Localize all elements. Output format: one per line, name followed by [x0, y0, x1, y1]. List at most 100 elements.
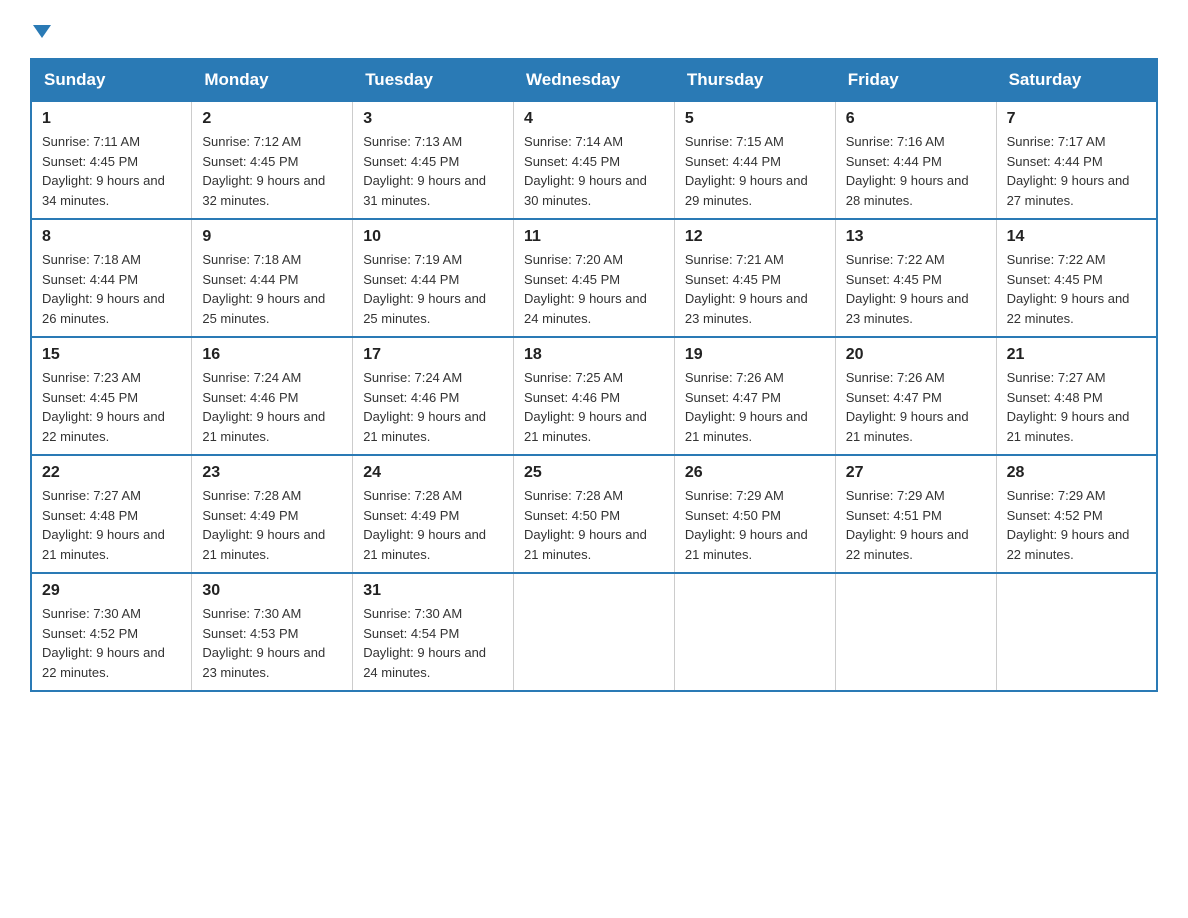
day-info: Sunrise: 7:27 AM Sunset: 4:48 PM Dayligh…: [1007, 368, 1146, 446]
daylight-text: Daylight: 9 hours and 26 minutes.: [42, 291, 165, 326]
day-info: Sunrise: 7:30 AM Sunset: 4:53 PM Dayligh…: [202, 604, 342, 682]
day-number: 24: [363, 464, 503, 482]
day-number: 14: [1007, 228, 1146, 246]
sunset-text: Sunset: 4:52 PM: [42, 626, 138, 641]
day-info: Sunrise: 7:27 AM Sunset: 4:48 PM Dayligh…: [42, 486, 181, 564]
sunrise-text: Sunrise: 7:30 AM: [42, 606, 141, 621]
page-header: [30, 20, 1158, 38]
sunrise-text: Sunrise: 7:21 AM: [685, 252, 784, 267]
day-info: Sunrise: 7:25 AM Sunset: 4:46 PM Dayligh…: [524, 368, 664, 446]
sunset-text: Sunset: 4:50 PM: [685, 508, 781, 523]
weekday-header-tuesday: Tuesday: [353, 59, 514, 101]
sunrise-text: Sunrise: 7:17 AM: [1007, 134, 1106, 149]
sunrise-text: Sunrise: 7:25 AM: [524, 370, 623, 385]
day-info: Sunrise: 7:30 AM Sunset: 4:54 PM Dayligh…: [363, 604, 503, 682]
daylight-text: Daylight: 9 hours and 22 minutes.: [42, 645, 165, 680]
daylight-text: Daylight: 9 hours and 29 minutes.: [685, 173, 808, 208]
daylight-text: Daylight: 9 hours and 30 minutes.: [524, 173, 647, 208]
sunrise-text: Sunrise: 7:29 AM: [1007, 488, 1106, 503]
sunset-text: Sunset: 4:45 PM: [524, 154, 620, 169]
day-number: 20: [846, 346, 986, 364]
day-info: Sunrise: 7:11 AM Sunset: 4:45 PM Dayligh…: [42, 132, 181, 210]
calendar-day-cell: 10 Sunrise: 7:19 AM Sunset: 4:44 PM Dayl…: [353, 219, 514, 337]
calendar-day-cell: 7 Sunrise: 7:17 AM Sunset: 4:44 PM Dayli…: [996, 101, 1157, 219]
sunrise-text: Sunrise: 7:26 AM: [846, 370, 945, 385]
day-info: Sunrise: 7:12 AM Sunset: 4:45 PM Dayligh…: [202, 132, 342, 210]
sunset-text: Sunset: 4:45 PM: [846, 272, 942, 287]
daylight-text: Daylight: 9 hours and 21 minutes.: [202, 409, 325, 444]
sunset-text: Sunset: 4:44 PM: [202, 272, 298, 287]
sunrise-text: Sunrise: 7:15 AM: [685, 134, 784, 149]
sunset-text: Sunset: 4:45 PM: [685, 272, 781, 287]
calendar-week-row: 8 Sunrise: 7:18 AM Sunset: 4:44 PM Dayli…: [31, 219, 1157, 337]
day-number: 8: [42, 228, 181, 246]
calendar-day-cell: 1 Sunrise: 7:11 AM Sunset: 4:45 PM Dayli…: [31, 101, 192, 219]
daylight-text: Daylight: 9 hours and 21 minutes.: [202, 527, 325, 562]
day-info: Sunrise: 7:18 AM Sunset: 4:44 PM Dayligh…: [202, 250, 342, 328]
daylight-text: Daylight: 9 hours and 25 minutes.: [202, 291, 325, 326]
calendar-day-cell: 12 Sunrise: 7:21 AM Sunset: 4:45 PM Dayl…: [674, 219, 835, 337]
calendar-day-cell: 14 Sunrise: 7:22 AM Sunset: 4:45 PM Dayl…: [996, 219, 1157, 337]
sunrise-text: Sunrise: 7:28 AM: [524, 488, 623, 503]
daylight-text: Daylight: 9 hours and 31 minutes.: [363, 173, 486, 208]
daylight-text: Daylight: 9 hours and 22 minutes.: [1007, 527, 1130, 562]
calendar-day-cell: 2 Sunrise: 7:12 AM Sunset: 4:45 PM Dayli…: [192, 101, 353, 219]
calendar-day-cell: 25 Sunrise: 7:28 AM Sunset: 4:50 PM Dayl…: [514, 455, 675, 573]
sunrise-text: Sunrise: 7:16 AM: [846, 134, 945, 149]
sunrise-text: Sunrise: 7:27 AM: [1007, 370, 1106, 385]
day-info: Sunrise: 7:26 AM Sunset: 4:47 PM Dayligh…: [846, 368, 986, 446]
sunrise-text: Sunrise: 7:18 AM: [202, 252, 301, 267]
calendar-day-cell: 21 Sunrise: 7:27 AM Sunset: 4:48 PM Dayl…: [996, 337, 1157, 455]
day-info: Sunrise: 7:22 AM Sunset: 4:45 PM Dayligh…: [1007, 250, 1146, 328]
sunset-text: Sunset: 4:45 PM: [524, 272, 620, 287]
sunset-text: Sunset: 4:47 PM: [685, 390, 781, 405]
day-info: Sunrise: 7:18 AM Sunset: 4:44 PM Dayligh…: [42, 250, 181, 328]
weekday-header-thursday: Thursday: [674, 59, 835, 101]
day-info: Sunrise: 7:29 AM Sunset: 4:50 PM Dayligh…: [685, 486, 825, 564]
calendar-day-cell: 8 Sunrise: 7:18 AM Sunset: 4:44 PM Dayli…: [31, 219, 192, 337]
day-info: Sunrise: 7:13 AM Sunset: 4:45 PM Dayligh…: [363, 132, 503, 210]
sunset-text: Sunset: 4:48 PM: [1007, 390, 1103, 405]
calendar-day-cell: [835, 573, 996, 691]
calendar-day-cell: 16 Sunrise: 7:24 AM Sunset: 4:46 PM Dayl…: [192, 337, 353, 455]
day-number: 16: [202, 346, 342, 364]
day-info: Sunrise: 7:21 AM Sunset: 4:45 PM Dayligh…: [685, 250, 825, 328]
sunset-text: Sunset: 4:44 PM: [685, 154, 781, 169]
day-number: 1: [42, 110, 181, 128]
daylight-text: Daylight: 9 hours and 21 minutes.: [846, 409, 969, 444]
daylight-text: Daylight: 9 hours and 24 minutes.: [363, 645, 486, 680]
calendar-day-cell: 3 Sunrise: 7:13 AM Sunset: 4:45 PM Dayli…: [353, 101, 514, 219]
daylight-text: Daylight: 9 hours and 23 minutes.: [685, 291, 808, 326]
sunset-text: Sunset: 4:44 PM: [363, 272, 459, 287]
daylight-text: Daylight: 9 hours and 21 minutes.: [363, 527, 486, 562]
daylight-text: Daylight: 9 hours and 21 minutes.: [363, 409, 486, 444]
daylight-text: Daylight: 9 hours and 21 minutes.: [524, 409, 647, 444]
day-info: Sunrise: 7:28 AM Sunset: 4:49 PM Dayligh…: [202, 486, 342, 564]
day-number: 13: [846, 228, 986, 246]
sunrise-text: Sunrise: 7:14 AM: [524, 134, 623, 149]
day-number: 25: [524, 464, 664, 482]
day-info: Sunrise: 7:22 AM Sunset: 4:45 PM Dayligh…: [846, 250, 986, 328]
daylight-text: Daylight: 9 hours and 22 minutes.: [1007, 291, 1130, 326]
logo: [30, 20, 51, 38]
sunrise-text: Sunrise: 7:29 AM: [846, 488, 945, 503]
sunrise-text: Sunrise: 7:28 AM: [202, 488, 301, 503]
weekday-header-friday: Friday: [835, 59, 996, 101]
calendar-day-cell: 30 Sunrise: 7:30 AM Sunset: 4:53 PM Dayl…: [192, 573, 353, 691]
sunset-text: Sunset: 4:45 PM: [363, 154, 459, 169]
day-number: 10: [363, 228, 503, 246]
daylight-text: Daylight: 9 hours and 25 minutes.: [363, 291, 486, 326]
sunset-text: Sunset: 4:45 PM: [1007, 272, 1103, 287]
day-info: Sunrise: 7:28 AM Sunset: 4:49 PM Dayligh…: [363, 486, 503, 564]
daylight-text: Daylight: 9 hours and 22 minutes.: [846, 527, 969, 562]
sunrise-text: Sunrise: 7:26 AM: [685, 370, 784, 385]
daylight-text: Daylight: 9 hours and 32 minutes.: [202, 173, 325, 208]
day-info: Sunrise: 7:28 AM Sunset: 4:50 PM Dayligh…: [524, 486, 664, 564]
sunrise-text: Sunrise: 7:30 AM: [363, 606, 462, 621]
weekday-header-monday: Monday: [192, 59, 353, 101]
calendar-day-cell: 4 Sunrise: 7:14 AM Sunset: 4:45 PM Dayli…: [514, 101, 675, 219]
sunset-text: Sunset: 4:50 PM: [524, 508, 620, 523]
day-info: Sunrise: 7:17 AM Sunset: 4:44 PM Dayligh…: [1007, 132, 1146, 210]
sunset-text: Sunset: 4:46 PM: [202, 390, 298, 405]
sunrise-text: Sunrise: 7:23 AM: [42, 370, 141, 385]
